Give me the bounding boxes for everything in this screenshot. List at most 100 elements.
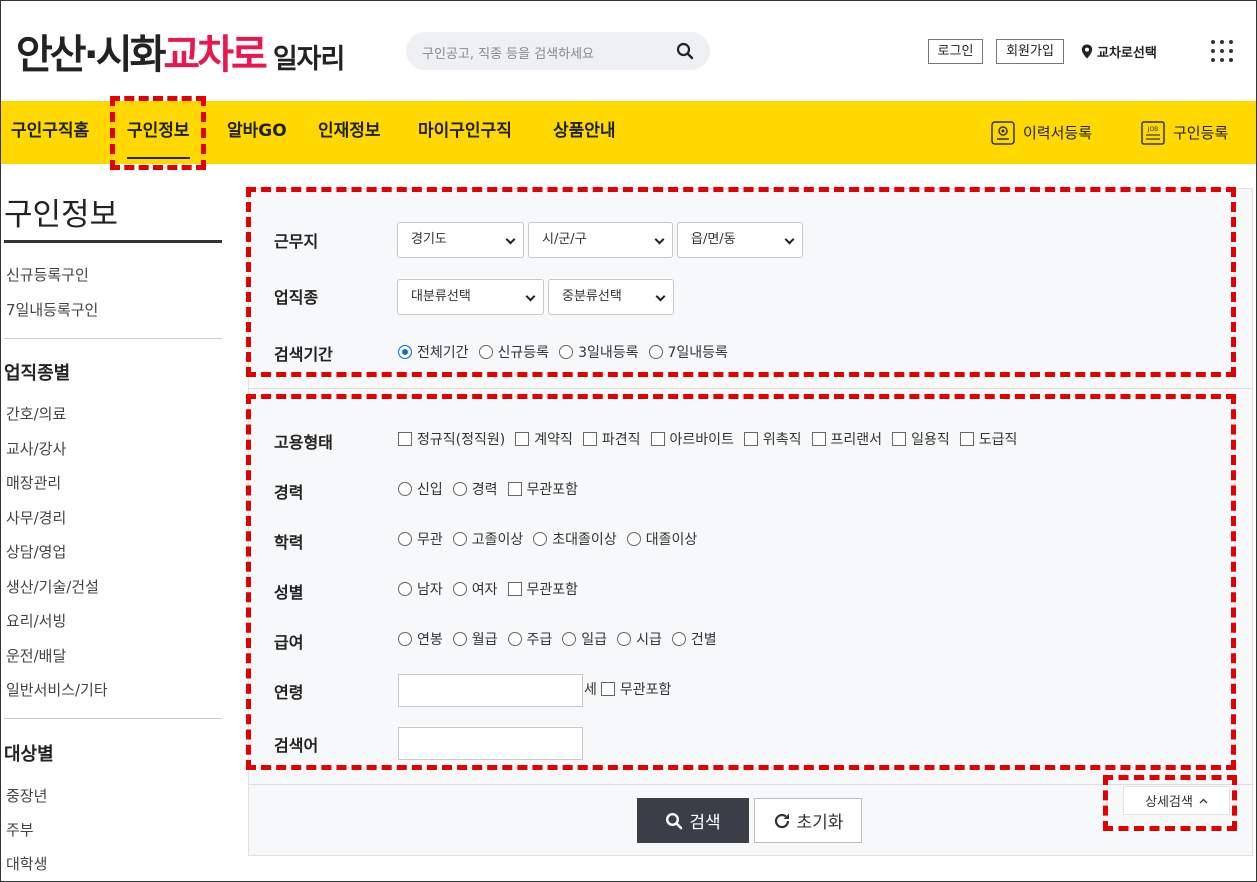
- signup-button[interactable]: 회원가입: [996, 39, 1064, 64]
- period-option-new[interactable]: 신규등록: [478, 342, 549, 362]
- city-select[interactable]: 시/군/구: [528, 222, 673, 258]
- nav-item-job-info[interactable]: 구인정보: [127, 101, 190, 164]
- checkbox[interactable]: [507, 582, 522, 596]
- keyword-input[interactable]: [398, 727, 583, 760]
- education-option[interactable]: 초대졸이상: [533, 529, 617, 549]
- radio[interactable]: [452, 532, 467, 546]
- radio[interactable]: [671, 632, 686, 646]
- global-search-input[interactable]: 구인공고, 직종 등을 검색하세요: [406, 32, 710, 70]
- career-option-new[interactable]: 신입: [398, 479, 443, 499]
- nav-item-home[interactable]: 구인구직홈: [11, 101, 89, 164]
- town-select[interactable]: 읍/면/동: [677, 222, 803, 258]
- sidebar-item-housewife[interactable]: 주부: [6, 819, 34, 840]
- salary-option[interactable]: 월급: [452, 629, 498, 649]
- checkbox[interactable]: [582, 432, 597, 446]
- province-select[interactable]: 경기도: [397, 222, 524, 258]
- education-option[interactable]: 대졸이상: [626, 529, 697, 549]
- sidebar-item-7days[interactable]: 7일내등록구인: [6, 299, 98, 320]
- checkbox[interactable]: [892, 432, 907, 446]
- radio-selected[interactable]: [398, 345, 412, 359]
- salary-option[interactable]: 건별: [671, 629, 717, 649]
- checkbox[interactable]: [959, 432, 974, 446]
- nav-item-products[interactable]: 상품안내: [553, 101, 616, 164]
- radio[interactable]: [398, 582, 412, 596]
- sidebar-item-sales[interactable]: 상담/영업: [6, 541, 66, 562]
- nav-item-talent[interactable]: 인재정보: [318, 101, 381, 164]
- radio[interactable]: [478, 345, 493, 359]
- radio[interactable]: [452, 482, 467, 496]
- all-menu-grid-icon[interactable]: [1211, 40, 1233, 62]
- sidebar-item-cooking[interactable]: 요리/서빙: [6, 610, 66, 631]
- site-logo[interactable]: 안산·시화교차로 일자리: [16, 22, 345, 80]
- checkbox[interactable]: [398, 432, 412, 446]
- search-button[interactable]: 검색: [637, 798, 749, 843]
- checkbox[interactable]: [507, 482, 522, 496]
- radio[interactable]: [533, 532, 548, 546]
- salary-option[interactable]: 시급: [617, 629, 662, 649]
- employment-option[interactable]: 정규직(정직원): [398, 429, 505, 449]
- industry-minor-select[interactable]: 중분류선택: [548, 279, 674, 315]
- search-icon[interactable]: [676, 42, 694, 60]
- period-option-7days[interactable]: 7일내등록: [648, 342, 728, 362]
- career-option-any[interactable]: 무관포함: [507, 479, 578, 499]
- nav-item-albago[interactable]: 알바GO: [227, 101, 287, 164]
- sidebar-item-service[interactable]: 일반서비스/기타: [6, 679, 108, 700]
- chevron-down-icon: [655, 291, 666, 302]
- industry-major-select[interactable]: 대분류선택: [397, 279, 544, 315]
- detail-search-toggle-button[interactable]: 상세검색: [1123, 786, 1230, 815]
- sidebar-item-teacher[interactable]: 교사/강사: [6, 438, 66, 459]
- radio[interactable]: [562, 632, 577, 646]
- checkbox[interactable]: [743, 432, 758, 446]
- checkbox[interactable]: [600, 682, 615, 696]
- radio[interactable]: [452, 582, 467, 596]
- nav-item-my-jobs[interactable]: 마이구인구직: [418, 101, 512, 164]
- radio[interactable]: [507, 632, 522, 646]
- sidebar-item-new[interactable]: 신규등록구인: [6, 264, 89, 285]
- option-label: 여자: [471, 582, 498, 598]
- employment-option[interactable]: 일용직: [892, 429, 950, 449]
- radio[interactable]: [398, 632, 412, 646]
- sidebar-item-store[interactable]: 매장관리: [6, 472, 61, 493]
- checkbox[interactable]: [811, 432, 826, 446]
- radio[interactable]: [398, 532, 412, 546]
- sidebar-item-middle-aged[interactable]: 중장년: [6, 785, 47, 806]
- salary-option[interactable]: 연봉: [398, 629, 443, 649]
- employment-option[interactable]: 계약직: [515, 429, 573, 449]
- employment-option[interactable]: 도급직: [959, 429, 1017, 449]
- age-input[interactable]: [398, 674, 583, 707]
- sidebar-item-office[interactable]: 사무/경리: [6, 507, 66, 528]
- login-button[interactable]: 로그인: [928, 39, 983, 64]
- period-option-all[interactable]: 전체기간: [398, 342, 469, 362]
- job-register-link[interactable]: JOB 구인등록: [1141, 101, 1228, 164]
- employment-option[interactable]: 위촉직: [743, 429, 802, 449]
- period-option-3days[interactable]: 3일내등록: [559, 342, 639, 362]
- employment-option[interactable]: 프리랜서: [811, 429, 882, 449]
- education-option[interactable]: 고졸이상: [452, 529, 523, 549]
- gender-option-male[interactable]: 남자: [398, 579, 443, 599]
- checkbox[interactable]: [515, 432, 530, 446]
- resume-register-link[interactable]: 이력서등록: [991, 101, 1092, 164]
- radio[interactable]: [452, 632, 467, 646]
- sidebar-item-nursing[interactable]: 간호/의료: [6, 403, 66, 424]
- option-label: 월급: [471, 632, 498, 648]
- reset-button[interactable]: 초기화: [754, 798, 862, 843]
- radio[interactable]: [626, 532, 641, 546]
- region-select-button[interactable]: 교차로선택: [1081, 42, 1157, 61]
- sidebar-item-production[interactable]: 생산/기술/건설: [6, 576, 99, 597]
- sidebar-item-student[interactable]: 대학생: [6, 853, 47, 874]
- employment-option[interactable]: 아르바이트: [650, 429, 734, 449]
- radio[interactable]: [617, 632, 632, 646]
- gender-option-female[interactable]: 여자: [452, 579, 498, 599]
- salary-option[interactable]: 일급: [562, 629, 607, 649]
- age-option-any[interactable]: 무관포함: [600, 679, 671, 699]
- radio[interactable]: [648, 345, 663, 359]
- career-option-experienced[interactable]: 경력: [452, 479, 498, 499]
- radio[interactable]: [559, 345, 574, 359]
- radio[interactable]: [398, 482, 412, 496]
- checkbox[interactable]: [650, 432, 665, 446]
- sidebar-item-driving[interactable]: 운전/배달: [6, 645, 66, 666]
- employment-option[interactable]: 파견직: [582, 429, 641, 449]
- salary-option[interactable]: 주급: [507, 629, 552, 649]
- education-option[interactable]: 무관: [398, 529, 443, 549]
- gender-option-any[interactable]: 무관포함: [507, 579, 578, 599]
